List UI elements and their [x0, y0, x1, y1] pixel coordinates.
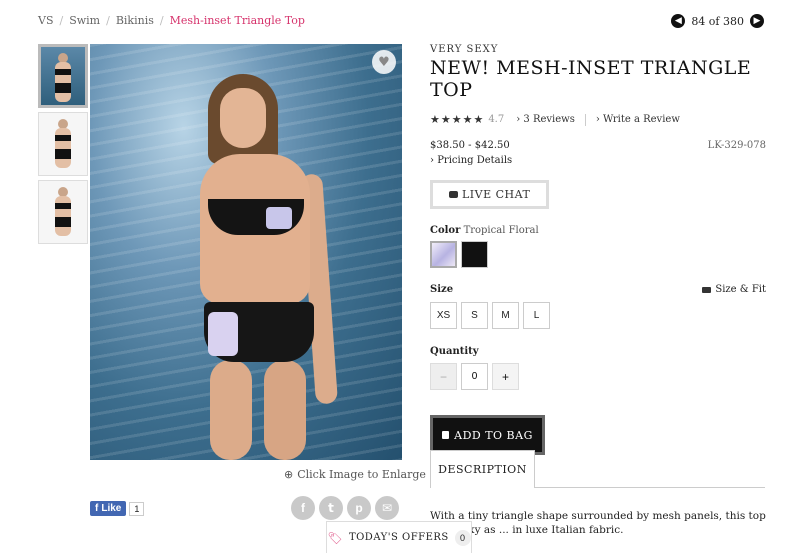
live-chat-button[interactable]: LIVE CHAT: [430, 180, 550, 209]
product-info: VERY SEXY NEW! MESH-INSET TRIANGLE TOP ★…: [430, 44, 766, 455]
thumbnail-swimsuit: [55, 203, 71, 209]
product-pager: ◀ 84 of 380 ▶: [671, 14, 764, 28]
tab-divider: [535, 487, 765, 488]
rating-row: ★★★★★ 4.7 › 3 Reviews › Write a Review: [430, 113, 766, 126]
product-title: NEW! MESH-INSET TRIANGLE TOP: [430, 57, 752, 101]
size-option-l[interactable]: L: [523, 302, 550, 329]
size-option-s[interactable]: S: [461, 302, 488, 329]
offers-label: TODAY'S OFFERS: [348, 532, 449, 543]
divider: [584, 113, 586, 126]
quantity-stepper: − +: [430, 363, 766, 390]
thumbnail-front[interactable]: [38, 44, 88, 108]
pricing-details-label: Pricing Details: [437, 155, 513, 166]
quantity-minus-button[interactable]: −: [430, 363, 457, 390]
thumbnail-model: [55, 128, 71, 168]
rating-value: 4.7: [488, 114, 505, 125]
write-review-label: Write a Review: [603, 114, 680, 125]
facebook-share-icon[interactable]: f: [291, 496, 315, 520]
model-leg: [264, 360, 306, 460]
like-label: Like: [101, 503, 122, 514]
breadcrumb-current: Mesh-inset Triangle Top: [169, 14, 305, 27]
shopping-bag-icon: [442, 431, 450, 439]
thumbnail-swimsuit: [55, 69, 71, 75]
thumbnail-back[interactable]: [38, 180, 88, 244]
tag-icon: 🏷: [327, 530, 343, 545]
zoom-icon: ⊕: [284, 468, 294, 481]
add-to-bag-button[interactable]: ADD TO BAG: [430, 415, 545, 455]
color-value: Tropical Floral: [463, 225, 539, 236]
size-label: Size: [430, 284, 454, 295]
thumbnail-model: [55, 62, 71, 102]
enlarge-label: Click Image to Enlarge: [297, 468, 426, 481]
live-chat-label: LIVE CHAT: [462, 188, 531, 201]
size-options: XS S M L: [430, 302, 766, 329]
swim-top: [208, 199, 304, 235]
breadcrumb-separator: /: [159, 14, 164, 27]
thumbnail-swimsuit: [55, 149, 71, 159]
ruler-icon: [702, 286, 712, 293]
reviews-label: 3 Reviews: [523, 114, 575, 125]
size-option-xs[interactable]: XS: [430, 302, 457, 329]
color-swatches: [430, 241, 766, 268]
size-header: Size Size & Fit: [430, 284, 766, 295]
breadcrumb: VS / Swim / Bikinis / Mesh-inset Triangl…: [38, 14, 305, 27]
star-rating-icon: ★★★★★: [430, 113, 485, 126]
product-brand: VERY SEXY: [430, 44, 499, 55]
thumbnail-swimsuit: [55, 217, 71, 227]
twitter-share-icon[interactable]: t: [319, 496, 343, 520]
model-face: [220, 88, 266, 148]
breadcrumb-swim[interactable]: Swim: [69, 14, 100, 27]
breadcrumb-separator: /: [106, 14, 110, 27]
color-selector: Color Tropical Floral: [430, 225, 766, 268]
quantity-plus-button[interactable]: +: [492, 363, 519, 390]
description-text: With a tiny triangle shape surrounded by…: [430, 510, 766, 536]
thumbnail-model: [55, 196, 71, 236]
enlarge-link[interactable]: ⊕ Click Image to Enlarge: [284, 468, 426, 481]
sku-code: LK-329-078: [707, 140, 766, 151]
quantity-input[interactable]: [461, 363, 488, 390]
previous-arrow-icon[interactable]: ◀: [671, 14, 686, 28]
write-review-link[interactable]: › Write a Review: [596, 114, 680, 125]
next-arrow-icon[interactable]: ▶: [750, 14, 764, 28]
pager-count: 84 of 380: [691, 14, 744, 28]
model-leg: [210, 360, 252, 460]
tab-description[interactable]: DESCRIPTION: [430, 450, 535, 488]
pricing-details-link[interactable]: › Pricing Details: [430, 155, 766, 166]
size-option-m[interactable]: M: [492, 302, 519, 329]
size-fit-label: Size & Fit: [715, 284, 766, 295]
quantity-label: Quantity: [430, 346, 479, 357]
thumbnail-side[interactable]: [38, 112, 88, 176]
thumbnail-swimsuit: [55, 83, 71, 93]
email-share-icon[interactable]: ✉: [375, 496, 399, 520]
facebook-like: f Like 1: [90, 501, 145, 516]
breadcrumb-separator: /: [59, 14, 64, 27]
add-to-bag-label: ADD TO BAG: [454, 428, 533, 442]
price-row: $38.50 - $42.50 LK-329-078: [430, 140, 766, 151]
offers-count-badge: 0: [454, 529, 471, 546]
floral-print: [266, 207, 292, 229]
swim-bottom: [204, 302, 314, 362]
chat-bubble-icon: [449, 191, 458, 198]
thumbnail-swimsuit: [55, 135, 71, 141]
heart-icon[interactable]: ♥: [372, 50, 396, 74]
swatch-tropical-floral[interactable]: [430, 241, 457, 268]
pinterest-share-icon[interactable]: p: [347, 496, 371, 520]
breadcrumb-vs[interactable]: VS: [38, 14, 53, 27]
model-figure: [190, 74, 340, 460]
reviews-link[interactable]: › 3 Reviews: [516, 114, 575, 125]
facebook-like-button[interactable]: f Like: [90, 501, 127, 516]
like-count: 1: [129, 501, 145, 516]
share-buttons: f t p ✉: [291, 496, 399, 520]
product-main-image[interactable]: ♥: [90, 44, 402, 460]
color-label: Color: [430, 225, 461, 236]
swatch-black[interactable]: [461, 241, 488, 268]
todays-offers-tab[interactable]: 🏷 TODAY'S OFFERS 0: [326, 521, 472, 553]
price-range: $38.50 - $42.50: [430, 140, 510, 151]
size-fit-link[interactable]: Size & Fit: [702, 284, 766, 295]
breadcrumb-bikinis[interactable]: Bikinis: [116, 14, 154, 27]
facebook-icon: f: [95, 503, 99, 514]
floral-print: [208, 312, 238, 356]
thumbnail-list: [38, 44, 88, 248]
